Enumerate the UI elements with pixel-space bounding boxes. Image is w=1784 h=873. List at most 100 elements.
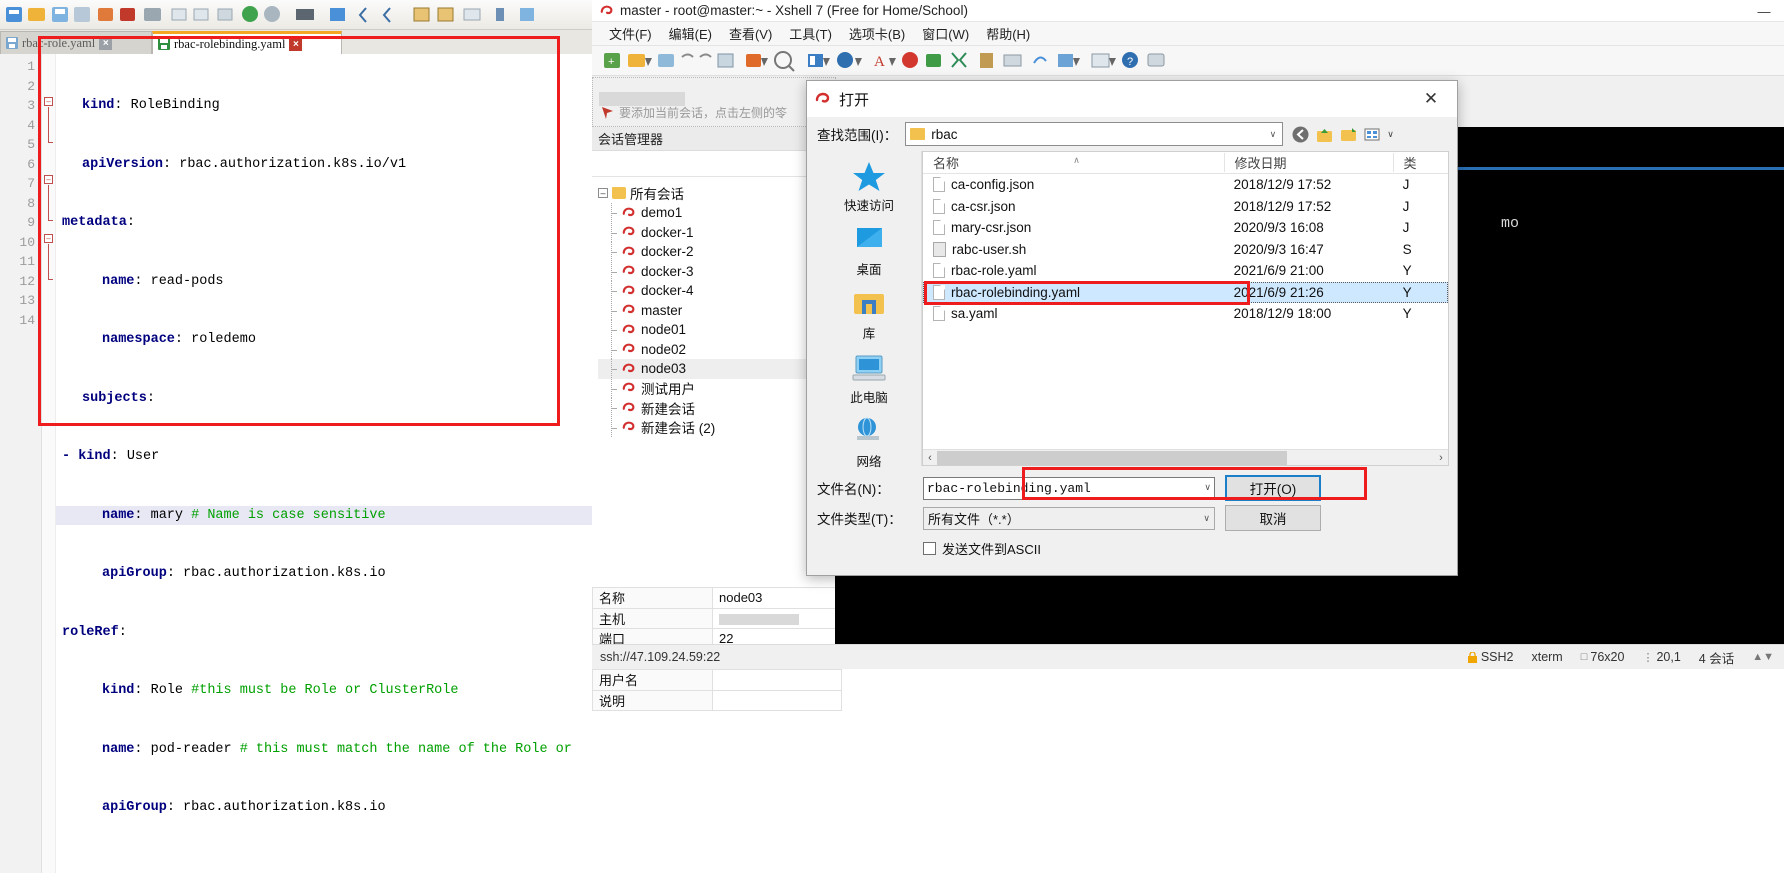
menu-window[interactable]: 窗口(W) <box>915 22 976 45</box>
menu-tabs[interactable]: 选项卡(B) <box>842 22 912 45</box>
chevron-down-icon[interactable]: ∨ <box>1387 129 1394 140</box>
session-item-docker-2[interactable]: docker-2 <box>598 242 841 262</box>
open-button[interactable]: 打开(O) <box>1225 475 1321 501</box>
shell-icon <box>622 304 635 314</box>
menu-view[interactable]: 查看(V) <box>722 22 779 45</box>
session-item-node02[interactable]: node02 <box>598 339 841 360</box>
place-library[interactable]: 库 <box>849 287 889 342</box>
close-icon[interactable]: × <box>289 37 303 51</box>
menu-edit[interactable]: 编辑(E) <box>662 22 719 45</box>
ascii-checkbox[interactable] <box>923 542 936 555</box>
fold-toggle-subjects[interactable]: – <box>44 175 53 184</box>
fold-toggle-metadata[interactable]: – <box>44 97 53 106</box>
chevron-down-icon[interactable]: ∨ <box>1203 513 1210 524</box>
folder-icon <box>612 187 626 199</box>
code-key: apiGroup <box>102 566 167 581</box>
menu-help[interactable]: 帮助(H) <box>979 22 1037 45</box>
session-search-input[interactable] <box>592 151 841 177</box>
look-in-combo[interactable]: rbac ∨ <box>905 122 1284 146</box>
open-file-dialog[interactable]: 打开 ✕ 查找范围(I)： rbac ∨ ∨ 快速访问 桌面 库 此电脑 网络 … <box>806 80 1458 576</box>
session-item-node01[interactable]: node01 <box>598 320 841 340</box>
filetype-combo[interactable]: 所有文件（*.*） ∨ <box>923 506 1215 530</box>
code-fold-column[interactable]: – – – <box>42 54 56 873</box>
code-value: mary <box>150 507 184 523</box>
editor-toolbar[interactable] <box>0 0 676 30</box>
back-icon[interactable] <box>1291 125 1310 144</box>
session-item-new-session-2[interactable]: 新建会话 (2) <box>598 417 841 438</box>
status-term: xterm <box>1531 650 1563 664</box>
places-bar[interactable]: 快速访问 桌面 库 此电脑 网络 <box>817 151 922 469</box>
horizontal-scrollbar[interactable]: ‹ › <box>923 449 1448 465</box>
code-value: rbac.authorization.k8s.io <box>183 566 386 581</box>
menu-tools[interactable]: 工具(T) <box>782 22 839 45</box>
new-folder-icon[interactable] <box>1339 125 1358 144</box>
ascii-checkbox-row[interactable]: 发送文件到ASCII <box>817 539 1449 558</box>
session-item-node03[interactable]: node03 <box>598 359 841 379</box>
fold-toggle-roleref[interactable]: – <box>44 234 53 243</box>
session-manager-panel[interactable]: 会话管理器 中 – 所有会话 demo1 docker-1 docker-2 d… <box>592 127 842 711</box>
chevron-down-icon[interactable]: ∨ <box>1270 129 1281 140</box>
column-header-name[interactable]: 名称 ∧ <box>923 153 1224 172</box>
session-tree[interactable]: – 所有会话 demo1 docker-1 docker-2 docker-3 … <box>592 177 841 437</box>
session-item-new-session[interactable]: 新建会话 <box>598 398 841 418</box>
line-number-gutter: 1 2 3 4 5 6 7 8 9 10 11 12 13 14 <box>0 54 42 873</box>
place-network[interactable]: 网络 <box>849 415 889 470</box>
shell-icon <box>622 343 635 353</box>
place-desktop[interactable]: 桌面 <box>849 223 889 278</box>
code-value: read-pods <box>150 273 224 289</box>
dialog-main-area: 快速访问 桌面 库 此电脑 网络 名称 ∧ 修改日期 类 ca-config.j… <box>807 151 1459 469</box>
file-row[interactable]: rbac-role.yaml 2021/6/9 21:00 Y <box>923 260 1448 282</box>
expander-icon[interactable]: – <box>598 188 608 198</box>
close-icon[interactable]: × <box>99 36 113 50</box>
xshell-menubar[interactable]: 文件(F) 编辑(E) 查看(V) 工具(T) 选项卡(B) 窗口(W) 帮助(… <box>592 22 1784 46</box>
table-row: 说明 <box>592 689 842 711</box>
code-key: metadata <box>62 215 127 230</box>
file-row[interactable]: mary-csr.json 2020/9/3 16:08 J <box>923 217 1448 239</box>
minimize-icon[interactable]: — <box>1744 0 1784 22</box>
scroll-right-icon[interactable]: › <box>1434 452 1448 464</box>
session-item-docker-1[interactable]: docker-1 <box>598 222 841 243</box>
scroll-left-icon[interactable]: ‹ <box>923 452 937 464</box>
close-icon[interactable]: ✕ <box>1413 84 1449 114</box>
up-folder-icon[interactable] <box>1315 125 1334 144</box>
session-item-label: master <box>641 302 683 318</box>
file-list[interactable]: 名称 ∧ 修改日期 类 ca-config.json 2018/12/9 17:… <box>922 151 1449 466</box>
editor-tabbar[interactable]: rbac-role.yaml × rbac-rolebinding.yaml × <box>0 30 676 54</box>
scrollbar-thumb[interactable] <box>937 451 1287 465</box>
shell-icon <box>622 207 635 216</box>
code-lines[interactable]: kind: RoleBinding apiVersion: rbac.autho… <box>56 54 676 873</box>
xshell-toolbar[interactable]: + A ? <box>592 46 1784 76</box>
file-list-header[interactable]: 名称 ∧ 修改日期 类 <box>923 152 1448 174</box>
session-item-label: docker-3 <box>641 263 694 279</box>
dialog-nav-icons[interactable]: ∨ <box>1291 125 1394 144</box>
file-row[interactable]: ca-config.json 2018/12/9 17:52 J <box>923 174 1448 196</box>
filename-input[interactable]: rbac-rolebinding.yaml ∨ <box>923 476 1215 500</box>
menu-file[interactable]: 文件(F) <box>602 22 659 45</box>
file-row[interactable]: sa.yaml 2018/12/9 18:00 Y <box>923 303 1448 325</box>
xshell-titlebar[interactable]: master - root@master:~ - Xshell 7 (Free … <box>592 0 1784 22</box>
session-item-demo1[interactable]: demo1 <box>598 203 841 223</box>
chevron-down-icon[interactable]: ∨ <box>1204 483 1211 493</box>
window-controls[interactable]: — <box>1744 0 1784 22</box>
session-item-docker-4[interactable]: docker-4 <box>598 281 841 301</box>
session-item-master[interactable]: master <box>598 300 841 321</box>
session-item-docker-3[interactable]: docker-3 <box>598 261 841 282</box>
editor-tab-rbac-role[interactable]: rbac-role.yaml × <box>0 31 152 54</box>
editor-text-area[interactable]: 1 2 3 4 5 6 7 8 9 10 11 12 13 14 – – – k… <box>0 54 676 873</box>
line-number: 10 <box>19 234 35 250</box>
file-type: Y <box>1402 306 1412 322</box>
session-tree-root[interactable]: – 所有会话 <box>598 183 841 203</box>
code-key: kind <box>102 683 135 698</box>
place-quick-access[interactable]: 快速访问 <box>844 159 894 214</box>
file-row-selected[interactable]: rbac-rolebinding.yaml 2021/6/9 21:26 Y <box>923 281 1448 303</box>
cancel-button[interactable]: 取消 <box>1225 505 1321 531</box>
file-row[interactable]: rabc-user.sh 2020/9/3 16:47 S <box>923 239 1448 261</box>
session-item-test-user[interactable]: 测试用户 <box>598 378 841 399</box>
place-this-pc[interactable]: 此电脑 <box>849 351 889 406</box>
file-row[interactable]: ca-csr.json 2018/12/9 17:52 J <box>923 196 1448 218</box>
column-header-date[interactable]: 修改日期 <box>1223 153 1393 172</box>
column-header-type[interactable]: 类 <box>1392 153 1448 172</box>
view-mode-icon[interactable] <box>1363 125 1382 144</box>
editor-tab-rbac-rolebinding[interactable]: rbac-rolebinding.yaml × <box>152 31 342 54</box>
code-comment: # Name is case sensitive <box>191 507 386 523</box>
